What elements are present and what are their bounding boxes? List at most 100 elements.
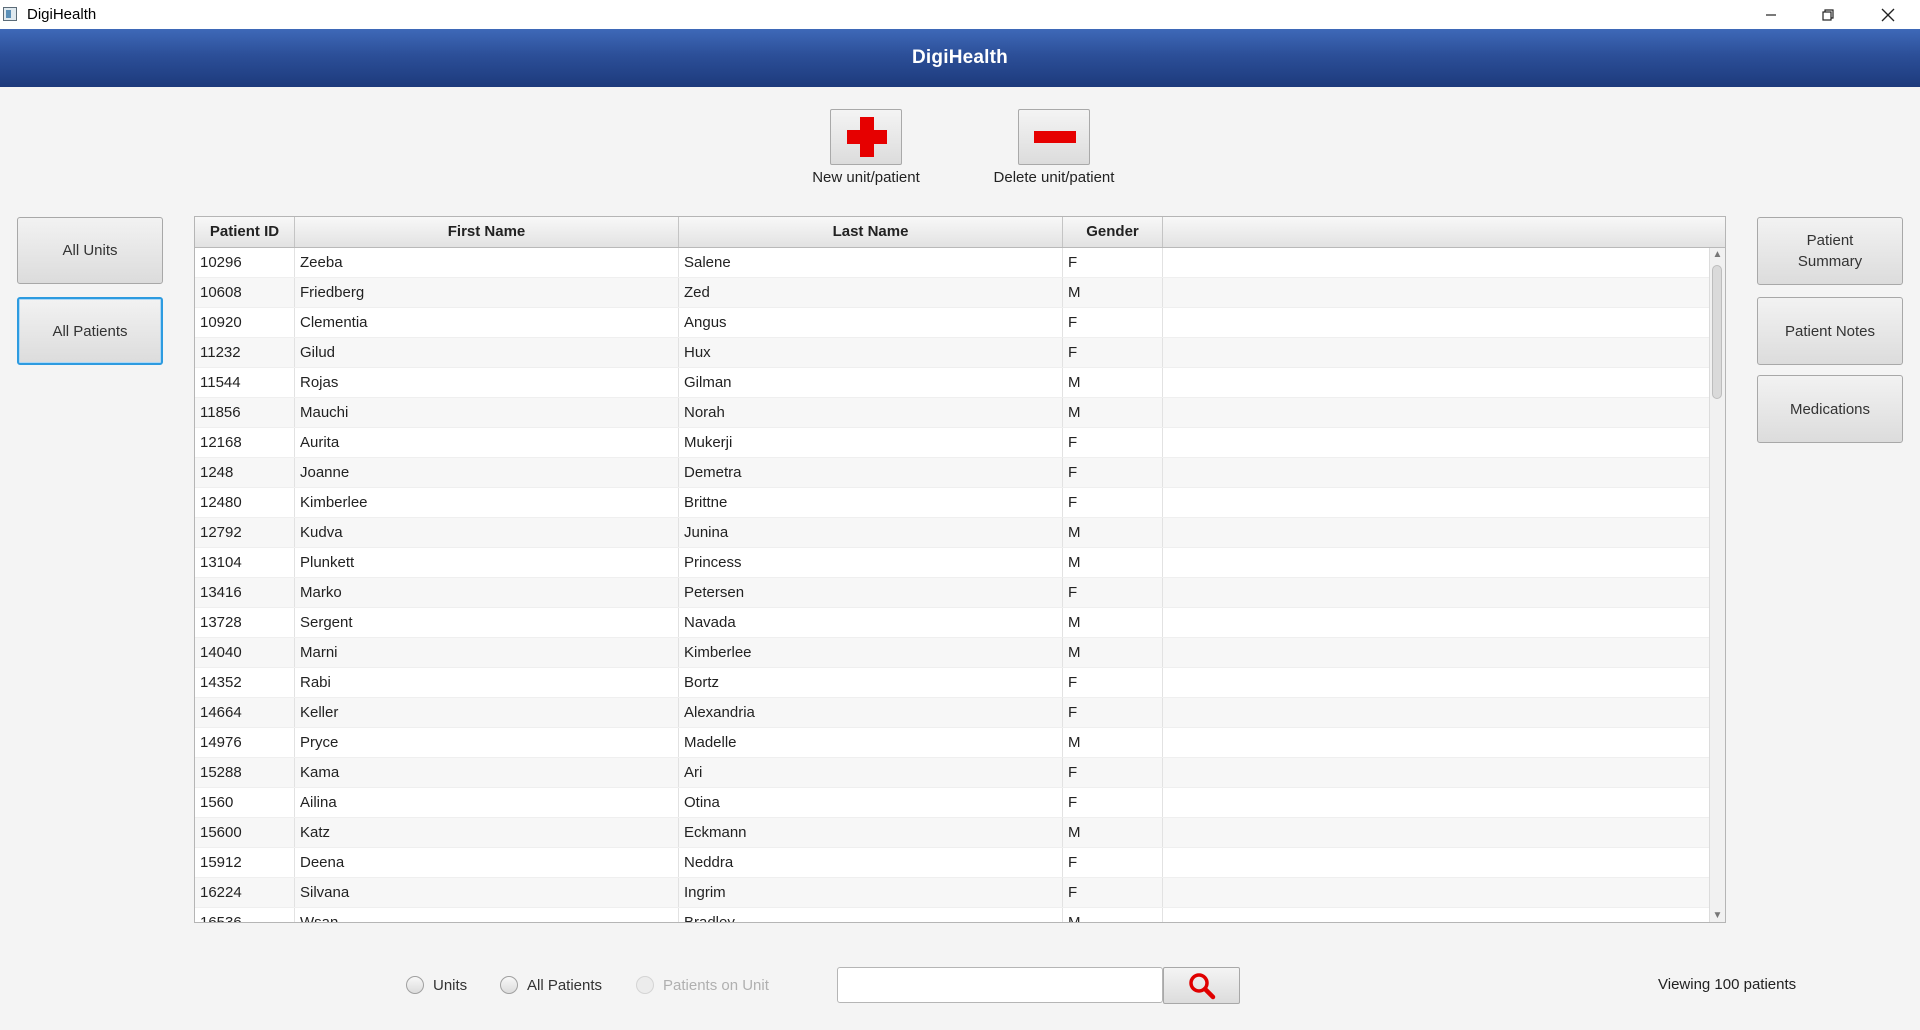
new-unit-patient-button[interactable] (830, 109, 902, 165)
cell-filler (1163, 878, 1709, 907)
cell-last-name: Ingrim (679, 878, 1063, 907)
cell-first-name: Mauchi (295, 398, 679, 427)
search-input[interactable] (837, 967, 1163, 1003)
cell-patient-id: 14976 (195, 728, 295, 757)
table-row[interactable]: 11856 Mauchi Norah M (195, 398, 1709, 428)
table-row[interactable]: 15912 Deena Neddra F (195, 848, 1709, 878)
column-header-first-name[interactable]: First Name (295, 217, 679, 247)
search-button[interactable] (1163, 967, 1240, 1004)
table-row[interactable]: 14352 Rabi Bortz F (195, 668, 1709, 698)
minimize-icon[interactable] (1748, 0, 1794, 29)
cell-last-name: Zed (679, 278, 1063, 307)
cell-first-name: Silvana (295, 878, 679, 907)
cell-filler (1163, 248, 1709, 277)
status-text: Viewing 100 patients (1658, 976, 1797, 993)
cell-patient-id: 12792 (195, 518, 295, 547)
cell-last-name: Petersen (679, 578, 1063, 607)
cell-patient-id: 15600 (195, 818, 295, 847)
patient-notes-button[interactable]: Patient Notes (1757, 297, 1903, 365)
table-row[interactable]: 10296 Zeeba Salene F (195, 248, 1709, 278)
cell-patient-id: 14040 (195, 638, 295, 667)
cell-patient-id: 16224 (195, 878, 295, 907)
cell-patient-id: 1248 (195, 458, 295, 487)
cell-gender: F (1063, 788, 1163, 817)
cell-filler (1163, 848, 1709, 877)
cell-patient-id: 12480 (195, 488, 295, 517)
cell-first-name: Rojas (295, 368, 679, 397)
cell-last-name: Kimberlee (679, 638, 1063, 667)
table-row[interactable]: 13728 Sergent Navada M (195, 608, 1709, 638)
table-row[interactable]: 12168 Aurita Mukerji F (195, 428, 1709, 458)
cell-filler (1163, 398, 1709, 427)
cell-last-name: Demetra (679, 458, 1063, 487)
patients-table[interactable]: Patient ID First Name Last Name Gender 1… (194, 216, 1726, 923)
cell-last-name: Junina (679, 518, 1063, 547)
cell-patient-id: 13104 (195, 548, 295, 577)
table-row[interactable]: 16224 Silvana Ingrim F (195, 878, 1709, 908)
radio-units[interactable]: Units (406, 976, 467, 994)
cell-last-name: Norah (679, 398, 1063, 427)
cell-gender: M (1063, 398, 1163, 427)
cell-first-name: Kudva (295, 518, 679, 547)
close-icon[interactable] (1865, 0, 1911, 29)
column-header-last-name[interactable]: Last Name (679, 217, 1063, 247)
scroll-up-icon[interactable]: ▲ (1710, 248, 1725, 262)
app-icon (3, 7, 17, 21)
all-units-button[interactable]: All Units (17, 217, 163, 284)
app-header: DigiHealth (0, 29, 1920, 87)
radio-circle-icon (500, 976, 518, 994)
cell-filler (1163, 908, 1709, 922)
table-row[interactable]: 12480 Kimberlee Brittne F (195, 488, 1709, 518)
table-scrollbar[interactable]: ▲ ▼ (1709, 248, 1725, 922)
table-row[interactable]: 15600 Katz Eckmann M (195, 818, 1709, 848)
table-row[interactable]: 10920 Clementia Angus F (195, 308, 1709, 338)
column-header-patient-id[interactable]: Patient ID (195, 217, 295, 247)
radio-patients-on-unit: Patients on Unit (636, 976, 769, 994)
cell-gender: M (1063, 818, 1163, 847)
table-row[interactable]: 14976 Pryce Madelle M (195, 728, 1709, 758)
cell-gender: F (1063, 458, 1163, 487)
cell-filler (1163, 788, 1709, 817)
scroll-down-icon[interactable]: ▼ (1710, 909, 1725, 922)
radio-all-patients[interactable]: All Patients (500, 976, 602, 994)
cell-patient-id: 13728 (195, 608, 295, 637)
radio-all-patients-label: All Patients (527, 976, 603, 994)
cell-first-name: Gilud (295, 338, 679, 367)
table-row[interactable]: 11232 Gilud Hux F (195, 338, 1709, 368)
cell-last-name: Mukerji (679, 428, 1063, 457)
table-row[interactable]: 16536 Wsan Bradley M (195, 908, 1709, 922)
cell-last-name: Eckmann (679, 818, 1063, 847)
scroll-thumb[interactable] (1712, 265, 1722, 399)
table-row[interactable]: 15288 Kama Ari F (195, 758, 1709, 788)
cell-last-name: Hux (679, 338, 1063, 367)
all-units-label: All Units (62, 242, 118, 259)
table-row[interactable]: 14040 Marni Kimberlee M (195, 638, 1709, 668)
cell-last-name: Navada (679, 608, 1063, 637)
table-row[interactable]: 11544 Rojas Gilman M (195, 368, 1709, 398)
patient-summary-button[interactable]: Patient Summary (1757, 217, 1903, 285)
table-row[interactable]: 12792 Kudva Junina M (195, 518, 1709, 548)
table-row[interactable]: 13416 Marko Petersen F (195, 578, 1709, 608)
cell-first-name: Deena (295, 848, 679, 877)
cell-last-name: Bradley (679, 908, 1063, 922)
table-row[interactable]: 14664 Keller Alexandria F (195, 698, 1709, 728)
cell-filler (1163, 728, 1709, 757)
cell-filler (1163, 608, 1709, 637)
cell-first-name: Kimberlee (295, 488, 679, 517)
table-row[interactable]: 13104 Plunkett Princess M (195, 548, 1709, 578)
cell-gender: M (1063, 908, 1163, 922)
patient-summary-label: Patient Summary (1797, 232, 1863, 270)
table-row[interactable]: 1560 Ailina Otina F (195, 788, 1709, 818)
column-header-gender[interactable]: Gender (1063, 217, 1163, 247)
cell-filler (1163, 548, 1709, 577)
cell-filler (1163, 578, 1709, 607)
delete-unit-patient-button[interactable] (1018, 109, 1090, 165)
medications-label: Medications (1789, 400, 1871, 418)
radio-circle-icon (406, 976, 424, 994)
medications-button[interactable]: Medications (1757, 375, 1903, 443)
all-patients-button[interactable]: All Patients (17, 297, 163, 365)
table-row[interactable]: 1248 Joanne Demetra F (195, 458, 1709, 488)
cell-filler (1163, 338, 1709, 367)
table-row[interactable]: 10608 Friedberg Zed M (195, 278, 1709, 308)
restore-icon[interactable] (1805, 0, 1851, 29)
